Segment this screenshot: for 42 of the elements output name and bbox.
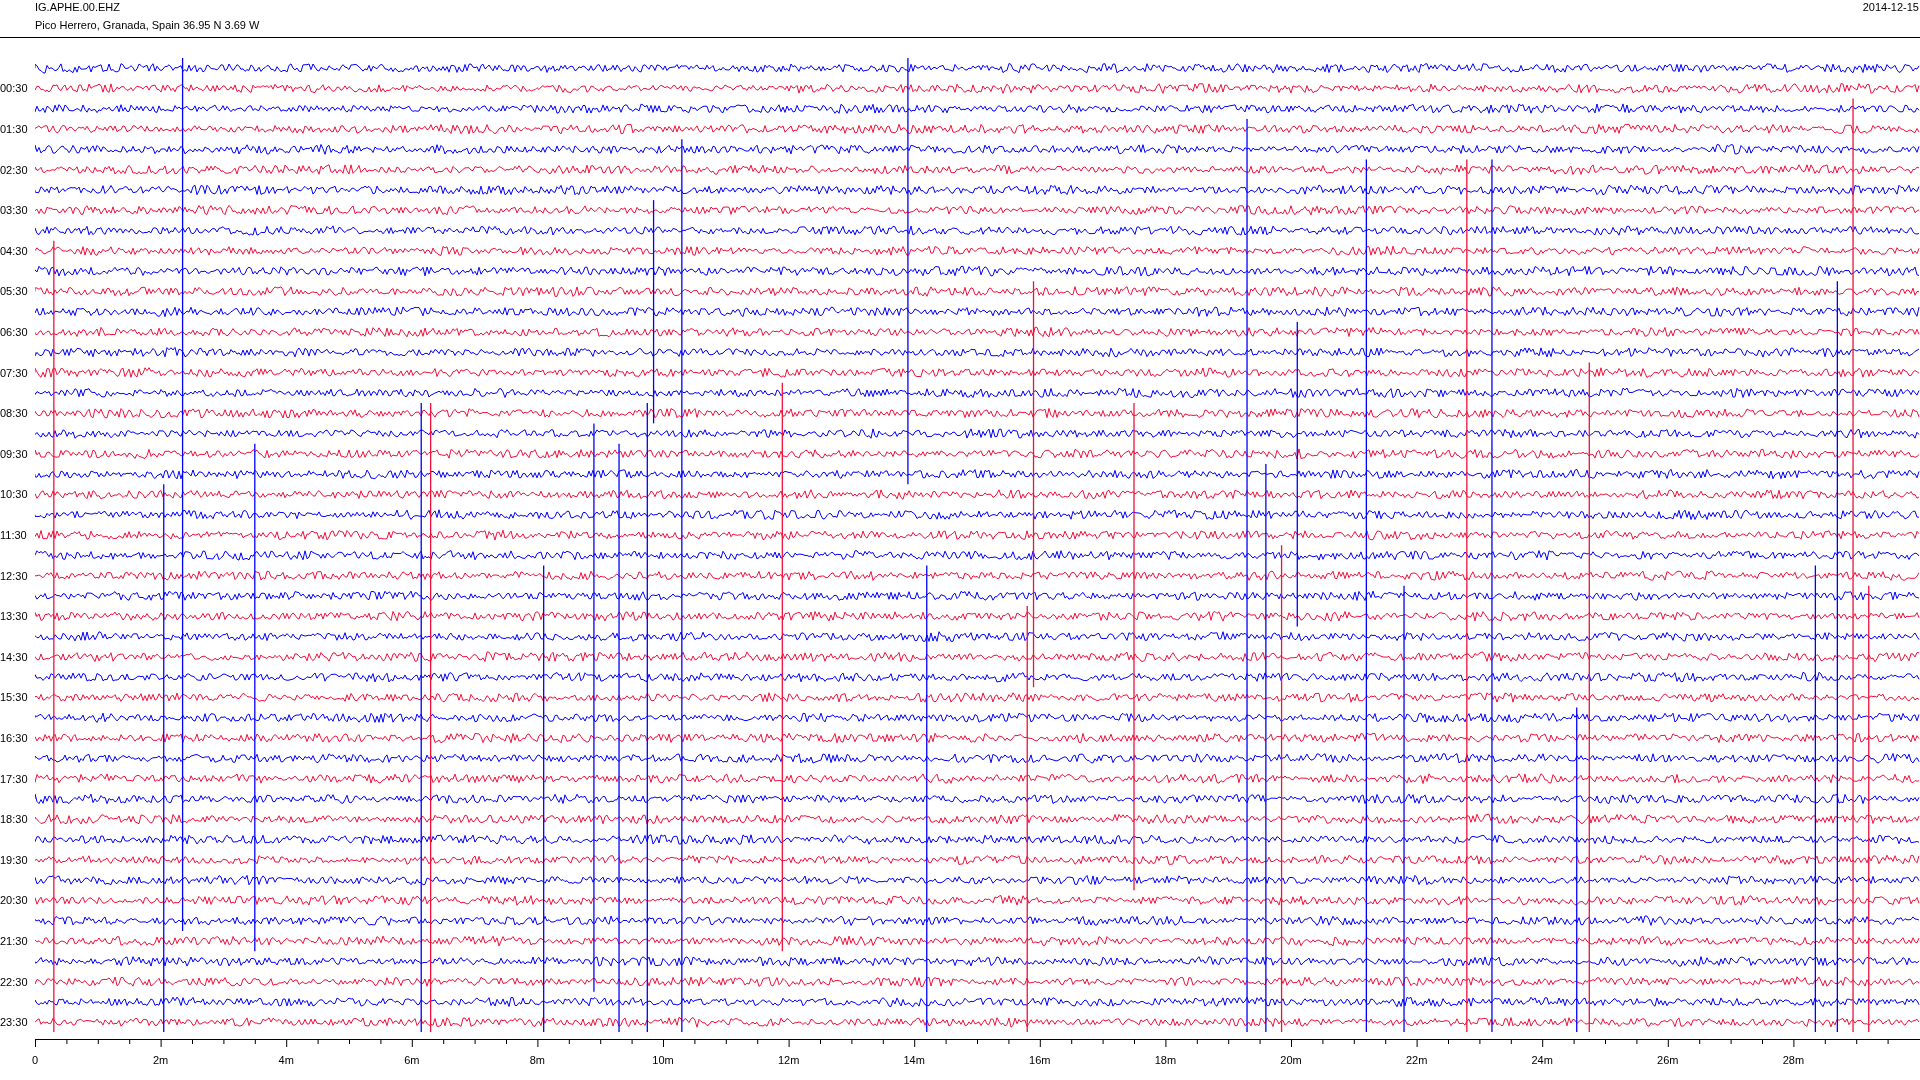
hour-label: 19:30: [0, 853, 28, 866]
hour-label: 18:30: [0, 813, 28, 826]
axis-tick-label: 12m: [777, 1054, 800, 1067]
axis-tick-label: 20m: [1280, 1054, 1302, 1067]
hour-label: 10:30: [0, 488, 28, 501]
hour-label: 07:30: [0, 366, 28, 379]
axis-tick-label: 4m: [278, 1054, 294, 1067]
axis-tick-label: 10m: [652, 1054, 674, 1067]
hour-label: 09:30: [0, 447, 28, 460]
axis-tick-label: 24m: [1531, 1054, 1553, 1067]
hour-label: 03:30: [0, 204, 28, 217]
hour-label: 22:30: [0, 975, 28, 988]
station-code: IG.APHE.00.EHZ: [35, 1, 121, 13]
hour-label: 23:30: [0, 1016, 28, 1029]
axis-tick-label: 0: [31, 1054, 39, 1067]
hour-label: 13:30: [0, 610, 28, 623]
date-label: 2014-12-15: [1862, 0, 1919, 15]
hour-label: 02:30: [0, 163, 28, 176]
hour-label: 12:30: [0, 569, 28, 582]
hour-label: 04:30: [0, 244, 28, 257]
axis-tick-label: 8m: [529, 1054, 546, 1067]
axis-tick-label: 2m: [152, 1054, 169, 1067]
axis-tick-label: 26m: [1657, 1054, 1679, 1067]
hour-label: 21:30: [0, 934, 28, 947]
station-location: Pico Herrero, Granada, Spain 36.95 N 3.69 W: [35, 19, 260, 31]
hour-label: 01:30: [0, 123, 28, 136]
axis-tick-label: 14m: [903, 1054, 925, 1067]
axis-tick-label: 16m: [1029, 1054, 1051, 1067]
hour-label: 05:30: [0, 285, 28, 298]
axis-tick-label: 28m: [1782, 1054, 1805, 1067]
axis-tick-label: 22m: [1405, 1054, 1428, 1067]
hour-label: 08:30: [0, 407, 28, 420]
hour-label: 17:30: [0, 772, 28, 785]
axis-tick-label: 18m: [1154, 1054, 1177, 1067]
hour-label: 14:30: [0, 650, 28, 663]
hour-label: 15:30: [0, 691, 28, 704]
hour-label: 00:30: [0, 82, 28, 95]
axis-tick-label: 6m: [404, 1054, 420, 1067]
hour-label: 20:30: [0, 894, 28, 907]
hour-label: 16:30: [0, 731, 28, 744]
hour-label: 11:30: [0, 528, 27, 541]
hour-label: 06:30: [0, 326, 28, 338]
